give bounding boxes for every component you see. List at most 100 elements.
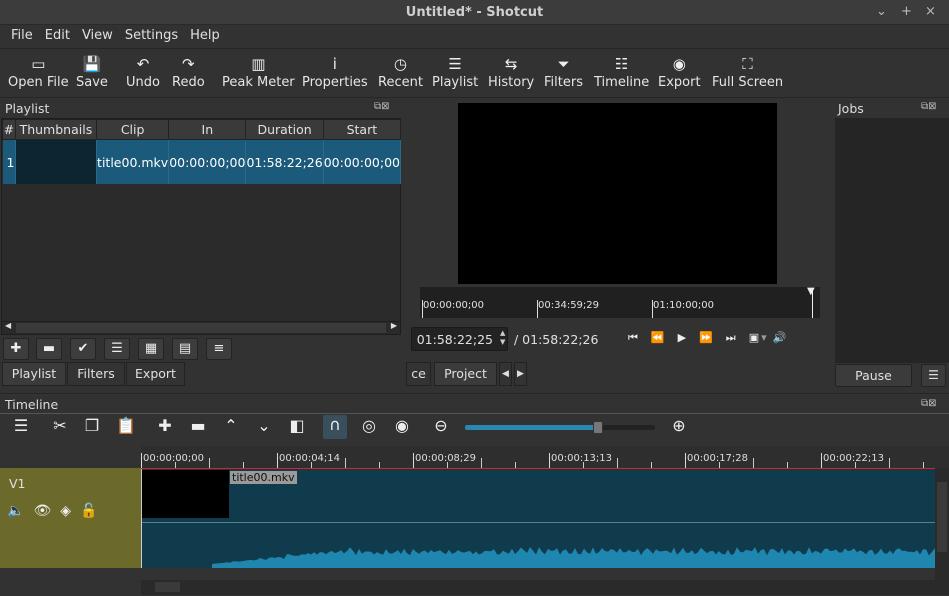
player-ruler[interactable]: 00:00:00;00 00:34:59;29 01:10:00;00 ▼	[420, 287, 820, 318]
filters-button[interactable]: ⏷ Filters	[544, 53, 583, 90]
float-icon[interactable]: ⧉⊠	[921, 101, 937, 112]
menu-edit[interactable]: Edit	[39, 25, 76, 47]
zoom-fit-icon[interactable]: ▣	[749, 331, 761, 344]
zoom-in-icon[interactable]: ⊕	[667, 416, 691, 435]
playlist-menu-icon[interactable]: ≡	[206, 338, 232, 360]
col-start[interactable]: Start	[323, 120, 400, 140]
fast-forward-icon[interactable]: ⏩	[699, 331, 726, 344]
col-in[interactable]: In	[169, 120, 246, 140]
update-icon[interactable]: ✔	[70, 338, 96, 360]
float-icon[interactable]: ⧉⊠	[921, 398, 937, 409]
skip-next-icon[interactable]: ⏭	[726, 331, 749, 344]
peak-meter-button[interactable]: ▥ Peak Meter	[222, 53, 295, 90]
pause-button[interactable]: Pause	[835, 364, 912, 387]
save-button[interactable]: 💾 Save	[76, 53, 108, 90]
recent-button[interactable]: ◷ Recent	[378, 53, 423, 90]
split-icon[interactable]: ◧	[285, 416, 309, 435]
clip-name: title00.mkv	[230, 471, 297, 484]
remove-icon[interactable]: ▬	[36, 338, 62, 360]
timeline-icon: ☷	[594, 53, 649, 75]
window-title: Untitled* - Shotcut	[0, 5, 949, 20]
remove-icon[interactable]: ▬	[186, 416, 210, 435]
composite-layers-icon[interactable]: ◈	[60, 503, 80, 519]
jobs-list	[835, 118, 949, 363]
hide-eye-icon[interactable]: 👁	[33, 503, 60, 519]
track-header-v1[interactable]: V1 🔈👁◈🔓	[0, 468, 141, 568]
history-button[interactable]: ⇆ History	[488, 53, 534, 90]
minimize-button[interactable]: ⌄	[876, 4, 887, 19]
history-icon: ⇆	[488, 53, 534, 75]
table-row[interactable]: 1 title00.mkv 00:00:00;00 01:58:22;26 00…	[3, 140, 401, 185]
col-num[interactable]: #	[3, 120, 16, 140]
lock-icon[interactable]: 🔓	[80, 503, 106, 519]
add-icon[interactable]: ✚	[3, 338, 29, 360]
col-thumbnails[interactable]: Thumbnails	[15, 120, 96, 140]
cell-start: 00:00:00;00	[323, 140, 400, 185]
zoom-out-icon[interactable]: ⊖	[429, 416, 453, 435]
snap-magnet-icon[interactable]: ∩	[323, 415, 347, 439]
redo-button[interactable]: ↷ Redo	[172, 53, 205, 90]
playlist-panel-title: Playlist	[5, 101, 49, 116]
timeline-vscrollbar[interactable]	[935, 468, 949, 580]
tab-scroll-right-icon[interactable]: ▶	[514, 362, 527, 386]
col-duration[interactable]: Duration	[246, 120, 323, 140]
clip-thumbnail	[142, 470, 229, 518]
timeline-button[interactable]: ☷ Timeline	[594, 53, 649, 90]
menu-settings[interactable]: Settings	[119, 25, 184, 47]
zoom-slider-handle[interactable]	[593, 421, 603, 434]
scrub-eye-icon[interactable]: ◎	[357, 416, 381, 435]
icons-view-icon[interactable]: ▤	[172, 338, 198, 360]
skip-previous-icon[interactable]: ⏮	[628, 331, 651, 344]
clock-icon: ◷	[378, 53, 423, 75]
rewind-icon[interactable]: ⏪	[651, 331, 678, 344]
ripple-target-icon[interactable]: ◉	[390, 416, 414, 435]
menu-help[interactable]: Help	[184, 25, 226, 47]
paste-icon[interactable]: 📋	[114, 416, 138, 435]
volume-icon[interactable]: 🔊	[773, 331, 800, 344]
float-icon[interactable]: ⧉⊠	[374, 101, 390, 112]
playlist-hscrollbar[interactable]: ◀ ▶	[1, 321, 401, 335]
timeline-menu-icon[interactable]: ☰	[9, 416, 33, 435]
col-clip[interactable]: Clip	[97, 120, 169, 140]
ruler-label: 00:00:00;00	[141, 453, 204, 468]
jobs-menu-icon[interactable]: ☰	[921, 364, 946, 387]
maximize-button[interactable]: +	[901, 4, 912, 19]
tiles-view-icon[interactable]: ▦	[138, 338, 164, 360]
play-icon[interactable]: ▶	[678, 331, 699, 344]
tab-export[interactable]: Export	[126, 362, 185, 386]
overwrite-icon[interactable]: ⌄	[252, 416, 276, 435]
undo-button[interactable]: ↶ Undo	[126, 53, 160, 90]
ruler-label: 00:00:22;13	[821, 453, 884, 468]
tab-playlist[interactable]: Playlist	[2, 362, 66, 386]
open-file-button[interactable]: ▭ Open File	[8, 53, 69, 90]
copy-icon[interactable]: ❐	[80, 416, 104, 435]
time-spinner[interactable]: ▲ ▼	[500, 329, 505, 347]
toolbar-label: Recent	[378, 75, 423, 90]
mute-icon[interactable]: 🔈	[7, 503, 33, 519]
video-preview[interactable]	[458, 103, 777, 284]
cell-thumbnail	[15, 140, 96, 185]
details-view-icon[interactable]: ☰	[104, 338, 130, 360]
full-screen-button[interactable]: ⛶ Full Screen	[712, 53, 783, 90]
timeline-hscrollbar[interactable]	[141, 580, 949, 595]
tab-project[interactable]: Project	[434, 362, 497, 386]
close-button[interactable]: ×	[925, 4, 936, 19]
append-icon[interactable]: ✚	[153, 416, 177, 435]
tab-scroll-left-icon[interactable]: ◀	[499, 362, 512, 386]
current-time-field[interactable]: 01:58:22;25	[411, 327, 508, 351]
menu-file[interactable]: File	[0, 25, 39, 47]
info-icon: i	[302, 53, 368, 75]
playlist-button[interactable]: ☰ Playlist	[432, 53, 478, 90]
properties-button[interactable]: i Properties	[302, 53, 368, 90]
ruler-label: 00:34:59;29	[537, 300, 599, 318]
lift-icon[interactable]: ⌃	[219, 416, 243, 435]
export-icon: ◉	[658, 53, 701, 75]
tab-source[interactable]: ce	[406, 362, 431, 386]
dropdown-icon[interactable]: ▾	[761, 331, 773, 344]
cut-icon[interactable]: ✂	[48, 416, 72, 435]
zoom-slider[interactable]	[465, 425, 655, 430]
menu-view[interactable]: View	[76, 25, 119, 47]
tab-filters[interactable]: Filters	[67, 362, 125, 386]
export-button[interactable]: ◉ Export	[658, 53, 701, 90]
timeline-clip[interactable]: title00.mkv	[141, 469, 935, 568]
